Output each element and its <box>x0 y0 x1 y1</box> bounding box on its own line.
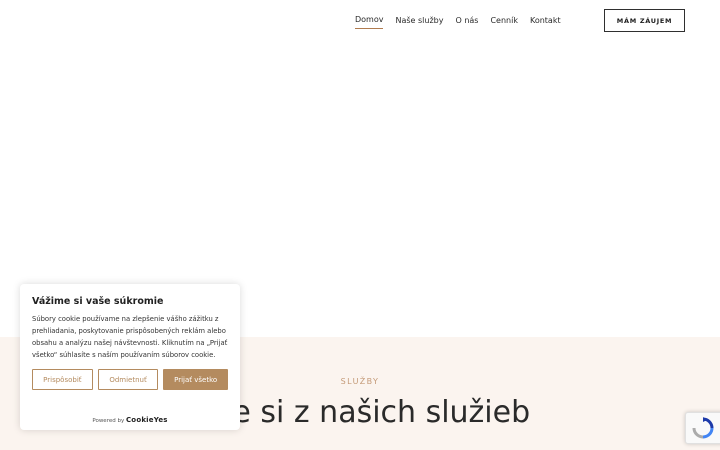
nav-item-domov[interactable]: Domov <box>355 14 384 29</box>
nav-item-o-nas[interactable]: O nás <box>455 15 478 27</box>
reject-button[interactable]: Odmietnuť <box>97 369 159 390</box>
recaptcha-icon <box>692 417 714 439</box>
cta-button[interactable]: MÁM ZÁUJEM <box>604 9 685 32</box>
cookie-consent-banner: Vážime si vaše súkromie Súbory cookie po… <box>20 284 240 430</box>
site-header: Domov Naše služby O nás Cenník Kontakt M… <box>0 0 720 42</box>
cookieyes-logo[interactable]: CookieYes <box>126 416 168 424</box>
accept-all-button[interactable]: Prijať všetko <box>163 369 228 390</box>
powered-by-text: Powered by <box>92 418 125 424</box>
cookie-title: Vážime si vaše súkromie <box>32 296 164 307</box>
recaptcha-badge[interactable] <box>685 412 720 444</box>
main-nav: Domov Naše služby O nás Cenník Kontakt <box>355 14 561 29</box>
nav-item-cennik[interactable]: Cenník <box>490 15 518 27</box>
cookie-text: Súbory cookie používame na zlepšenie váš… <box>32 315 228 359</box>
customize-button[interactable]: Prispôsobiť <box>32 369 93 390</box>
nav-item-kontakt[interactable]: Kontakt <box>530 15 561 27</box>
cookie-powered-by: Powered by CookieYes <box>20 416 240 424</box>
cookie-buttons: Prispôsobiť Odmietnuť Prijať všetko <box>32 369 228 390</box>
nav-item-nase-sluzby[interactable]: Naše služby <box>395 15 443 27</box>
